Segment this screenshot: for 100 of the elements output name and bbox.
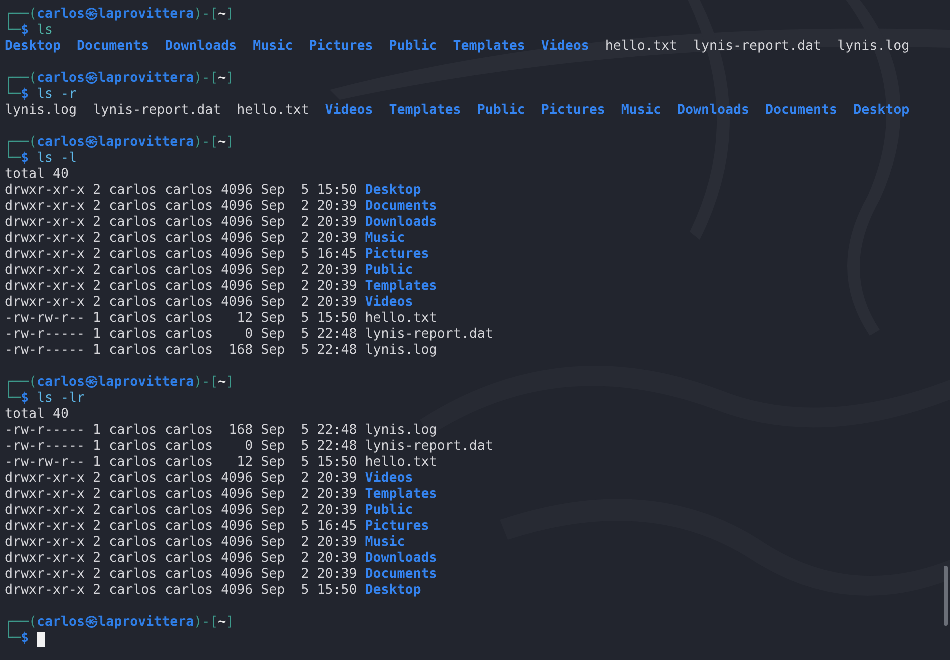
current-directory: ~: [218, 135, 226, 151]
file-details: drwxr-xr-x 2 carlos carlos 4096 Sep 2 20:39: [5, 199, 358, 215]
file-name: hello.txt: [365, 311, 438, 327]
prompt-symbol: $: [21, 87, 30, 103]
file-details: drwxr-xr-x 2 carlos carlos 4096 Sep 2 20:39: [5, 487, 358, 503]
prompt-frame: )-[: [194, 375, 218, 391]
directory-name: Music: [365, 535, 406, 551]
prompt-frame: )-[: [194, 7, 218, 23]
prompt-symbol: $: [21, 151, 30, 167]
total-line: total 40: [5, 407, 70, 423]
current-directory: ~: [218, 375, 226, 391]
file-name: lynis.log: [365, 423, 438, 439]
directory-name: Desktop: [365, 183, 422, 199]
user-host: carlos㉿laprovittera: [37, 71, 194, 87]
file-details: drwxr-xr-x 2 carlos carlos 4096 Sep 5 16:45: [5, 247, 358, 263]
directory-name: Desktop: [365, 583, 422, 599]
prompt-frame: ┌──(: [5, 71, 38, 87]
prompt-frame: └─: [5, 23, 22, 39]
file-details: drwxr-xr-x 2 carlos carlos 4096 Sep 2 20:39: [5, 503, 358, 519]
directory-name: Documents: [77, 39, 150, 55]
prompt-frame: ]: [226, 7, 234, 23]
prompt-symbol: $: [21, 631, 30, 647]
command-text: ls: [37, 23, 54, 39]
prompt-symbol: $: [21, 391, 30, 407]
directory-name: Templates: [365, 487, 438, 503]
directory-name: Templates: [453, 39, 526, 55]
prompt-frame: ┌──(: [5, 135, 38, 151]
file-details: -rw-r----- 1 carlos carlos 168 Sep 5 22:48: [5, 343, 358, 359]
prompt-frame: ┌──(: [5, 615, 38, 631]
file-details: drwxr-xr-x 2 carlos carlos 4096 Sep 2 20:39: [5, 567, 358, 583]
directory-name: Pictures: [541, 103, 606, 119]
directory-name: Music: [621, 103, 662, 119]
file-details: -rw-r----- 1 carlos carlos 0 Sep 5 22:48: [5, 327, 358, 343]
command-text: ls -lr: [37, 391, 86, 407]
file-details: drwxr-xr-x 2 carlos carlos 4096 Sep 2 20:39: [5, 535, 358, 551]
file-name: lynis-report.dat: [365, 439, 494, 455]
file-details: drwxr-xr-x 2 carlos carlos 4096 Sep 5 16:45: [5, 519, 358, 535]
directory-name: Documents: [766, 103, 838, 119]
file-details: drwxr-xr-x 2 carlos carlos 4096 Sep 2 20:39: [5, 263, 358, 279]
directory-name: Public: [365, 263, 414, 279]
file-name: hello.txt: [237, 103, 310, 119]
directory-name: Downloads: [365, 551, 438, 567]
file-details: -rw-rw-r-- 1 carlos carlos 12 Sep 5 15:50: [5, 455, 358, 471]
file-name: lynis.log: [5, 103, 78, 119]
command-text: ls -r: [37, 87, 78, 103]
directory-name: Downloads: [165, 39, 238, 55]
user-host: carlos㉿laprovittera: [37, 7, 194, 23]
directory-name: Downloads: [365, 215, 438, 231]
prompt-frame: ]: [226, 71, 234, 87]
user-host: carlos㉿laprovittera: [37, 375, 194, 391]
scrollbar-thumb[interactable]: [944, 566, 948, 626]
file-details: -rw-r----- 1 carlos carlos 0 Sep 5 22:48: [5, 439, 358, 455]
directory-name: Music: [253, 39, 294, 55]
file-details: drwxr-xr-x 2 carlos carlos 4096 Sep 5 15:50: [5, 583, 358, 599]
prompt-symbol: $: [21, 23, 30, 39]
directory-name: Pictures: [309, 39, 374, 55]
prompt-frame: ]: [226, 135, 234, 151]
prompt-frame: )-[: [194, 135, 218, 151]
directory-name: Documents: [365, 199, 438, 215]
directory-name: Pictures: [365, 247, 430, 263]
file-details: drwxr-xr-x 2 carlos carlos 4096 Sep 2 20:39: [5, 231, 358, 247]
current-directory: ~: [218, 7, 226, 23]
directory-name: Desktop: [5, 39, 62, 55]
prompt-frame: └─: [5, 631, 22, 647]
directory-name: Templates: [389, 103, 462, 119]
directory-name: Desktop: [854, 103, 910, 119]
directory-name: Videos: [325, 103, 374, 119]
directory-name: Public: [389, 39, 438, 55]
file-name: lynis-report.dat: [693, 39, 822, 55]
file-details: drwxr-xr-x 2 carlos carlos 4096 Sep 2 20:39: [5, 295, 358, 311]
user-host: carlos㉿laprovittera: [37, 615, 194, 631]
user-host: carlos㉿laprovittera: [37, 135, 194, 151]
current-directory: ~: [218, 615, 226, 631]
prompt-frame: ]: [226, 375, 234, 391]
prompt-frame: └─: [5, 391, 22, 407]
command-text: ls -l: [37, 151, 78, 167]
directory-name: Downloads: [677, 103, 750, 119]
total-line: total 40: [5, 167, 70, 183]
directory-name: Public: [365, 503, 414, 519]
current-directory: ~: [218, 71, 226, 87]
prompt-frame: ┌──(: [5, 375, 38, 391]
file-details: -rw-r----- 1 carlos carlos 168 Sep 5 22:48: [5, 423, 358, 439]
file-details: drwxr-xr-x 2 carlos carlos 4096 Sep 2 20:39: [5, 215, 358, 231]
directory-name: Templates: [365, 279, 438, 295]
directory-name: Public: [477, 103, 526, 119]
directory-name: Videos: [365, 295, 414, 311]
file-name: lynis.log: [838, 39, 910, 55]
directory-name: Videos: [365, 471, 414, 487]
file-details: drwxr-xr-x 2 carlos carlos 4096 Sep 5 15:50: [5, 183, 358, 199]
file-details: -rw-rw-r-- 1 carlos carlos 12 Sep 5 15:50: [5, 311, 358, 327]
prompt-frame: ┌──(: [5, 7, 38, 23]
directory-name: Videos: [541, 39, 590, 55]
file-name: lynis.log: [365, 343, 438, 359]
file-name: lynis-report.dat: [365, 327, 494, 343]
file-name: hello.txt: [365, 455, 438, 471]
file-details: drwxr-xr-x 2 carlos carlos 4096 Sep 2 20:39: [5, 279, 358, 295]
prompt-frame: └─: [5, 151, 22, 167]
file-details: drwxr-xr-x 2 carlos carlos 4096 Sep 2 20:39: [5, 551, 358, 567]
directory-name: Documents: [365, 567, 438, 583]
directory-name: Music: [365, 231, 406, 247]
